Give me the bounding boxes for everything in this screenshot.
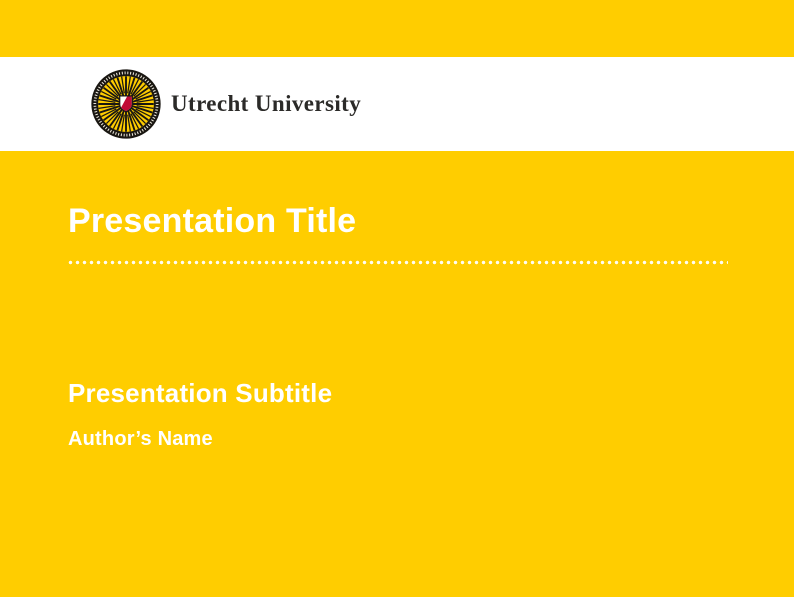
presentation-subtitle: Presentation Subtitle <box>68 377 332 409</box>
university-wordmark: Utrecht University <box>171 91 361 117</box>
logo-band: Utrecht University <box>0 57 794 151</box>
top-yellow-band <box>0 0 794 57</box>
presentation-slide: Utrecht University Presentation Title Pr… <box>0 0 794 597</box>
utrecht-shield <box>120 96 133 112</box>
presentation-title: Presentation Title <box>68 201 356 241</box>
utrecht-university-seal-icon <box>90 68 162 140</box>
dotted-divider <box>67 259 728 266</box>
author-name: Author’s Name <box>68 426 213 452</box>
